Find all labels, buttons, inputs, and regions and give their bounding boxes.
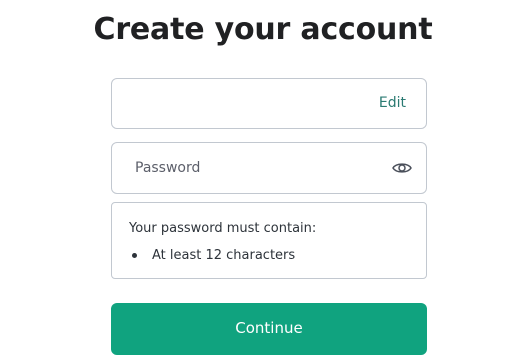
page-title: Create your account (93, 12, 433, 47)
requirement-item: At least 12 characters (132, 248, 295, 263)
edit-email-link[interactable]: Edit (379, 95, 406, 111)
requirements-heading: Your password must contain: (129, 221, 317, 236)
bullet-icon (132, 253, 137, 258)
password-input[interactable] (113, 144, 383, 192)
eye-icon[interactable] (390, 157, 414, 179)
continue-label: Continue (235, 319, 303, 337)
password-requirements: Your password must contain: At least 12 … (111, 202, 427, 279)
email-field[interactable]: Edit (111, 78, 427, 129)
continue-button[interactable]: Continue (111, 303, 427, 355)
requirement-label: At least 12 characters (152, 248, 296, 263)
password-field-container (111, 142, 427, 194)
